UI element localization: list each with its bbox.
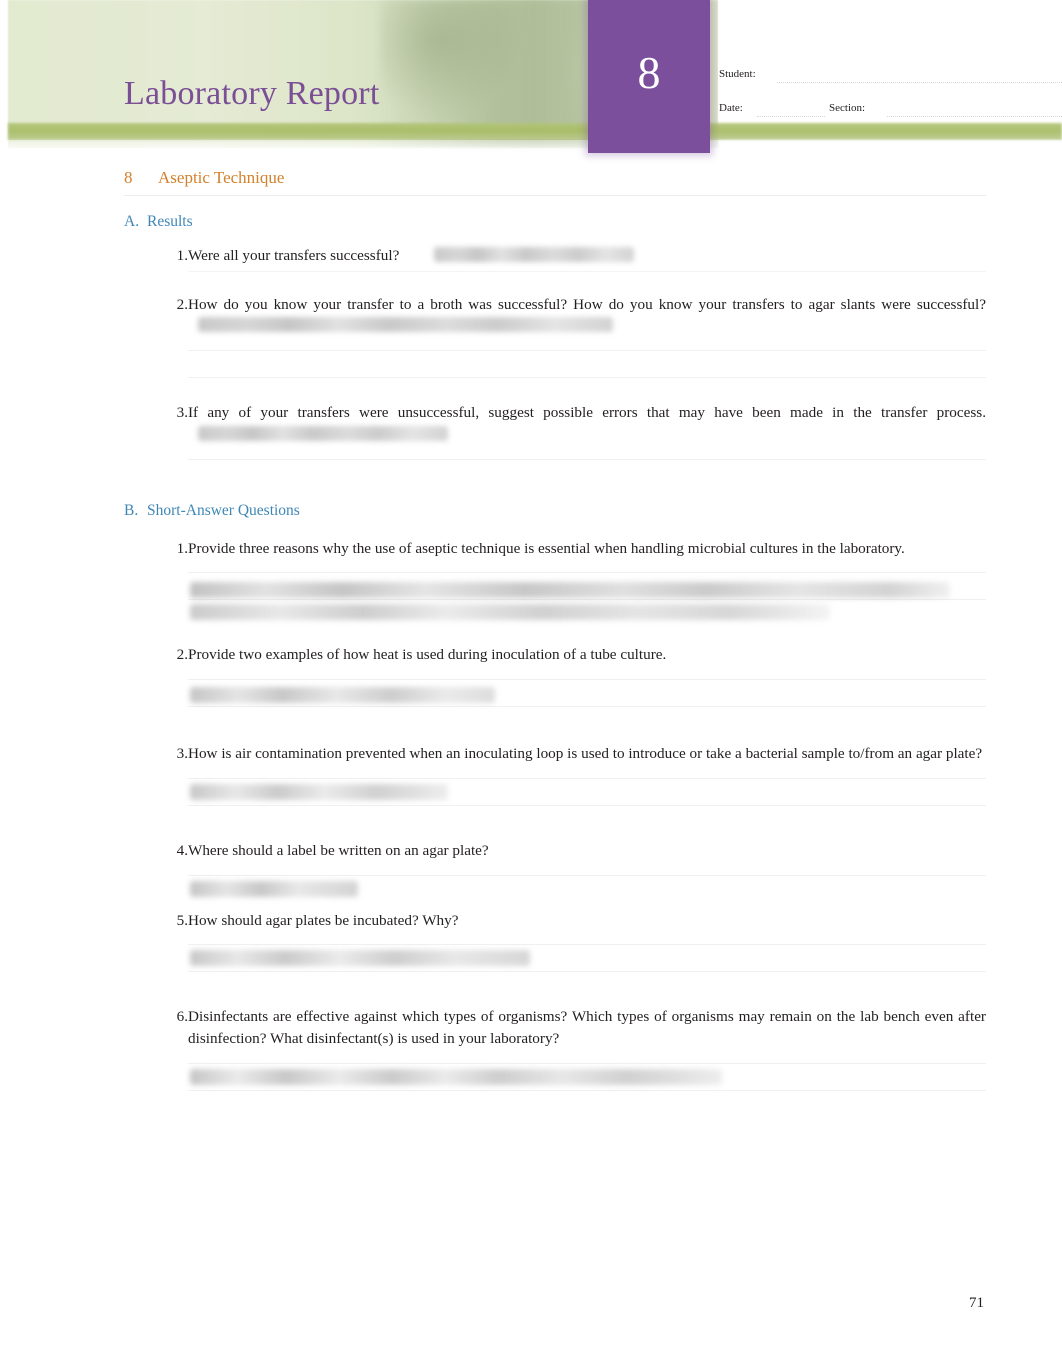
page-title: Laboratory Report <box>124 75 380 112</box>
handwritten-answer <box>190 1068 722 1085</box>
answer-lines-a2 <box>188 350 986 379</box>
handwritten-answer <box>190 880 358 897</box>
student-info-block: Student: Date: Section: <box>719 68 1062 136</box>
answer-line[interactable] <box>188 777 986 779</box>
handwritten-answer <box>190 950 530 967</box>
answer-lines-b5 <box>188 944 986 973</box>
question-number: 6. <box>176 1008 188 1026</box>
question-text: Where should a label be written on an ag… <box>188 841 489 859</box>
answer-lines-b2 <box>188 679 986 708</box>
question-a1: 1. Were all your transfers successful? <box>158 245 986 267</box>
chapter-heading: 8 Aseptic Technique <box>124 168 986 195</box>
chapter-divider <box>124 195 986 196</box>
question-b4: 4. Where should a label be written on an… <box>158 840 986 862</box>
question-b2: 2. Provide two examples of how heat is u… <box>158 644 986 666</box>
section-title-results: Results <box>147 213 193 230</box>
question-b3: 3. How is air contamination prevented wh… <box>158 743 986 765</box>
question-number: 1. <box>176 247 188 264</box>
answer-line[interactable] <box>188 599 986 601</box>
answer-lines-b1 <box>188 572 986 621</box>
handwritten-answer <box>198 317 613 333</box>
question-text: If any of your transfers were unsuccessf… <box>188 402 986 445</box>
answer-line[interactable] <box>188 706 986 708</box>
question-b5: 5. How should agar plates be incubated? … <box>158 910 986 932</box>
lab-number-value: 8 <box>637 47 661 98</box>
handwritten-answer <box>190 783 448 800</box>
handwritten-answer <box>198 425 448 441</box>
section-title-short-answer: Short-Answer Questions <box>147 501 300 519</box>
question-text: Provide three reasons why the use of ase… <box>188 539 905 557</box>
date-label: Date: <box>719 102 743 114</box>
answer-line[interactable] <box>188 377 986 379</box>
question-b1: 1. Provide three reasons why the use of … <box>158 538 986 560</box>
question-text: How do you know your transfer to a broth… <box>188 294 986 337</box>
section-input-line[interactable] <box>887 116 1062 117</box>
answer-lines-a1 <box>188 270 986 272</box>
lab-number-badge: 8 <box>588 0 710 153</box>
handwritten-answer <box>434 247 635 262</box>
section-label: Section: <box>829 102 866 114</box>
section-heading-results: A. Results <box>124 213 986 231</box>
question-a2: 2. How do you know your transfer to a br… <box>158 294 986 337</box>
answer-lines-b3 <box>188 777 986 806</box>
handwritten-answer <box>190 604 830 621</box>
question-text: Were all your transfers successful? <box>188 245 986 267</box>
page-number: 71 <box>969 1295 984 1311</box>
question-b6: 6. Disinfectants are effective against w… <box>158 1006 986 1049</box>
section-letter-b: B. <box>124 501 139 519</box>
answer-line[interactable] <box>188 572 986 574</box>
question-number: 2. <box>176 295 188 313</box>
question-number: 1. <box>176 539 188 557</box>
answer-line[interactable] <box>188 1062 986 1064</box>
answer-line[interactable] <box>188 1089 986 1091</box>
date-section-row: Date: Section: <box>719 102 1062 136</box>
answer-line[interactable] <box>188 270 986 272</box>
answer-line[interactable] <box>188 458 986 460</box>
question-text: Provide two examples of how heat is used… <box>188 646 667 664</box>
question-text: How should agar plates be incubated? Why… <box>188 911 459 929</box>
question-text: Disinfectants are effective against whic… <box>188 1008 986 1048</box>
answer-lines-b4 <box>188 874 986 897</box>
question-a3: 3. If any of your transfers were unsucce… <box>158 402 986 445</box>
question-text: How is air contamination prevented when … <box>188 745 983 763</box>
section-letter-a: A. <box>124 213 140 230</box>
answer-line[interactable] <box>188 944 986 946</box>
answer-line[interactable] <box>188 874 986 876</box>
section-heading-short-answer: B. Short-Answer Questions <box>124 502 986 520</box>
handwritten-answer <box>190 582 950 599</box>
document-content: 8 Aseptic Technique A. Results 1. Were all… <box>0 168 1062 1091</box>
chapter-title: Aseptic Technique <box>158 168 285 187</box>
student-input-line[interactable] <box>777 82 1062 83</box>
answer-lines-b6 <box>188 1062 986 1091</box>
question-number: 3. <box>176 404 188 422</box>
student-row: Student: <box>719 68 1062 102</box>
answer-line[interactable] <box>188 350 986 352</box>
header-bottom-fade <box>0 140 1062 156</box>
question-number: 5. <box>176 911 188 929</box>
handwritten-answer <box>190 687 495 704</box>
date-input-line[interactable] <box>757 116 825 117</box>
question-number: 2. <box>176 646 188 664</box>
student-label: Student: <box>719 68 756 80</box>
answer-line[interactable] <box>188 971 986 973</box>
question-number: 4. <box>176 841 188 859</box>
page-header: Laboratory Report 8 Student: Date: Secti… <box>0 0 1062 156</box>
answer-line[interactable] <box>188 679 986 681</box>
answer-lines-a3 <box>188 458 986 460</box>
answer-line[interactable] <box>188 804 986 806</box>
chapter-number: 8 <box>124 168 133 187</box>
question-number: 3. <box>176 745 188 763</box>
